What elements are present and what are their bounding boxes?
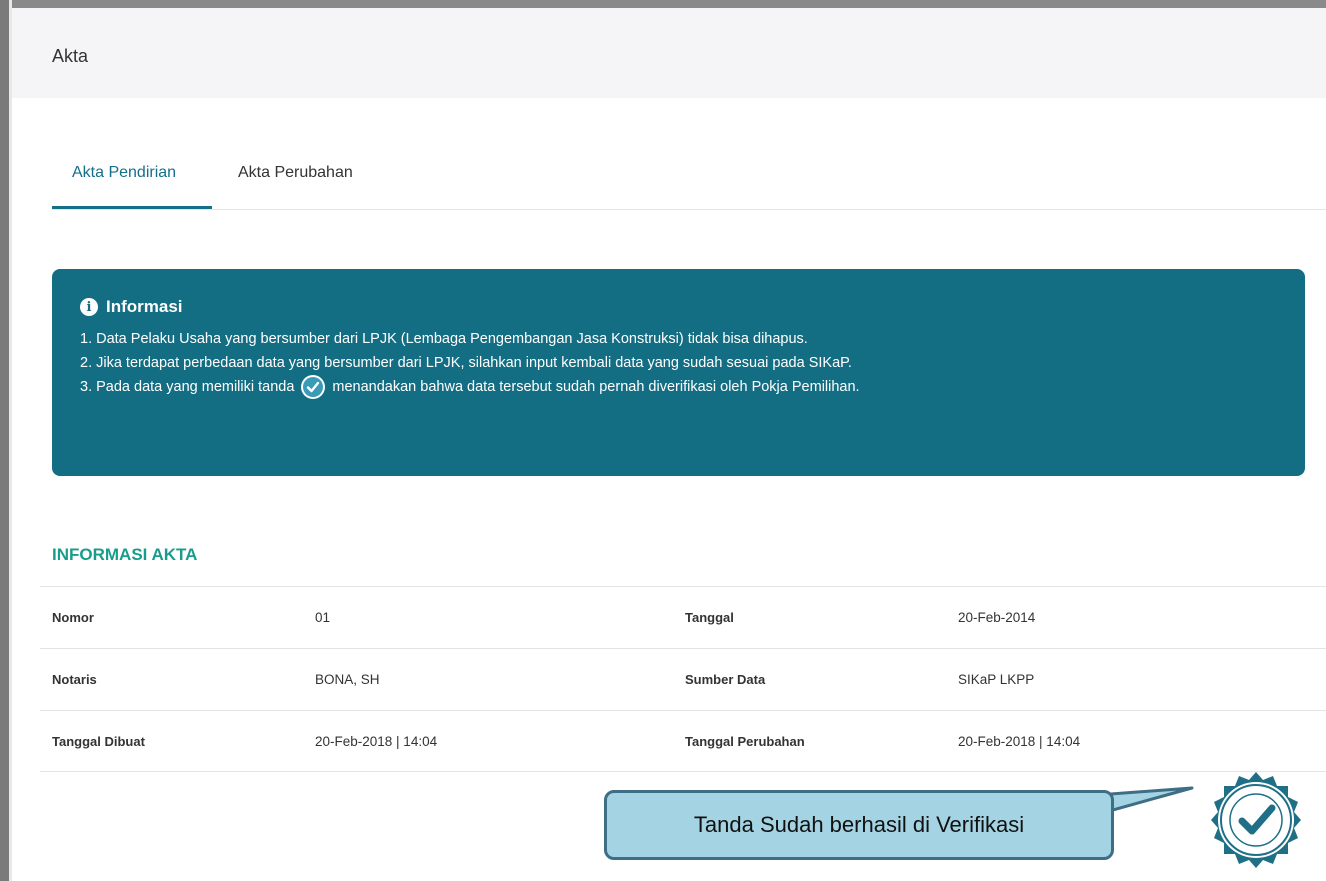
tab-bar: Akta Pendirian Akta Perubahan [52,148,1326,210]
value-tanggal-dibuat: 20-Feb-2018 | 14:04 [315,734,438,749]
value-tanggal: 20-Feb-2014 [958,610,1036,625]
table-row: Nomor 01 Tanggal 20-Feb-2014 [40,586,1326,648]
label-sumber-data: Sumber Data [685,672,766,687]
tab-akta-perubahan[interactable]: Akta Perubahan [218,164,388,209]
label-tanggal-perubahan: Tanggal Perubahan [685,734,805,749]
value-nomor: 01 [315,610,331,625]
tab-akta-pendirian[interactable]: Akta Pendirian [52,164,212,209]
value-tanggal-perubahan: 20-Feb-2018 | 14:04 [958,734,1081,749]
value-sumber-data: SIKaP LKPP [958,672,1035,687]
section-title-informasi-akta: INFORMASI AKTA [52,545,198,564]
label-notaris: Notaris [52,672,97,687]
info-header: i Informasi [80,297,1277,317]
label-tanggal: Tanggal [685,610,734,625]
value-notaris: BONA, SH [315,672,380,687]
window-left-edge [0,0,9,881]
info-line-1: 1. Data Pelaku Usaha yang bersumber dari… [80,331,808,347]
verification-callout: Tanda Sudah berhasil di Verifikasi [604,790,1114,860]
info-alert: i Informasi 1. Data Pelaku Usaha yang be… [52,269,1305,476]
info-line-3-after: menandakan bahwa data tersebut sudah per… [332,379,860,395]
info-circle-icon: i [80,298,98,316]
panel-title: Akta [52,46,89,66]
verified-seal-icon [1211,772,1301,868]
table-row: Tanggal Dibuat 20-Feb-2018 | 14:04 Tangg… [40,710,1326,772]
akta-info-table: Nomor 01 Tanggal 20-Feb-2014 Notaris BON… [40,586,1326,772]
info-line-2: 2. Jika terdapat perbedaan data yang ber… [80,355,852,371]
verified-check-icon [301,375,326,399]
label-nomor: Nomor [52,610,94,625]
panel-header: Akta [12,8,1326,98]
info-line-3-before: 3. Pada data yang memiliki tanda [80,379,295,395]
akta-panel: Akta Akta Pendirian Akta Perubahan i Inf… [12,8,1326,881]
info-title: Informasi [106,297,183,316]
label-tanggal-dibuat: Tanggal Dibuat [52,734,145,749]
window-top-edge [0,0,1326,8]
table-row: Notaris BONA, SH Sumber Data SIKaP LKPP [40,648,1326,710]
info-line-3: 3. Pada data yang memiliki tanda menanda… [80,375,1277,399]
